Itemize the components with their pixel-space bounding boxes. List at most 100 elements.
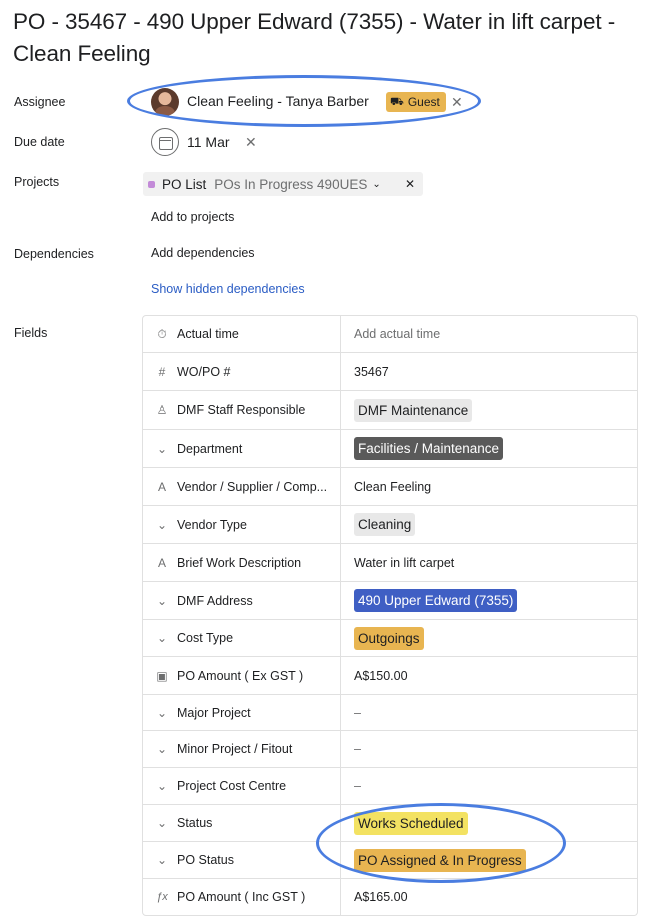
field-value-pill: Cleaning (354, 513, 416, 536)
field-name-cell[interactable]: ⌄ Project Cost Centre (143, 768, 341, 804)
field-row: ⌄ DMF Address 490 Upper Edward (7355) (143, 581, 637, 619)
project-color-dot (148, 180, 155, 188)
field-value-cell[interactable]: Water in lift carpet (341, 544, 637, 581)
field-name-cell[interactable]: A Vendor / Supplier / Comp... (143, 468, 341, 505)
remove-project-icon[interactable]: ✕ (405, 177, 415, 191)
field-row: ⌄ Status Works Scheduled (143, 804, 637, 841)
field-value-cell[interactable]: DMF Maintenance (341, 391, 637, 429)
assignee-name[interactable]: Clean Feeling - Tanya Barber (187, 93, 369, 109)
field-name: PO Amount ( Ex GST ) (177, 668, 304, 683)
field-name-cell[interactable]: ⌄ Department (143, 430, 341, 467)
field-value-pill: Facilities / Maintenance (354, 437, 504, 460)
remove-assignee-button[interactable]: ✕ (451, 95, 463, 109)
field-value-cell[interactable]: A$165.00 (341, 879, 637, 915)
add-to-projects-button[interactable]: Add to projects (151, 210, 234, 224)
field-name-cell[interactable]: ⌄ DMF Address (143, 582, 341, 619)
field-value-cell[interactable]: 35467 (341, 353, 637, 390)
show-hidden-dependencies-link[interactable]: Show hidden dependencies (151, 282, 305, 296)
field-name-cell[interactable]: # WO/PO # (143, 353, 341, 390)
field-name-cell[interactable]: ⌄ Cost Type (143, 620, 341, 656)
field-name-cell[interactable]: ♙ DMF Staff Responsible (143, 391, 341, 429)
field-row: ⌄ Cost Type Outgoings (143, 619, 637, 656)
field-value-cell[interactable]: PO Assigned & In Progress (341, 842, 637, 878)
field-row: A Vendor / Supplier / Comp... Clean Feelin… (143, 467, 637, 505)
field-value: A$150.00 (354, 668, 408, 683)
field-value-cell[interactable]: Works Scheduled (341, 805, 637, 841)
field-row: ƒx PO Amount ( Inc GST ) A$165.00 (143, 878, 637, 915)
field-value-cell[interactable]: Add actual time (341, 316, 637, 352)
dropdown-icon: ⌄ (156, 816, 168, 830)
field-name: PO Status (177, 853, 234, 867)
due-date-value[interactable]: 11 Mar (187, 134, 230, 150)
field-name: Project Cost Centre (177, 779, 287, 793)
field-value: A$165.00 (354, 890, 408, 904)
fields-label: Fields (14, 326, 48, 340)
field-row: ⌄ Major Project – (143, 694, 637, 730)
due-date-label: Due date (14, 135, 65, 149)
field-row: ⌄ Minor Project / Fitout – (143, 730, 637, 767)
field-name: WO/PO # (177, 364, 231, 379)
field-value-cell[interactable]: Outgoings (341, 620, 637, 656)
field-value: Clean Feeling (354, 479, 432, 494)
guest-badge-label: Guest (407, 95, 440, 109)
field-value-cell[interactable]: Clean Feeling (341, 468, 637, 505)
field-value-cell[interactable]: – (341, 731, 637, 767)
projects-label: Projects (14, 175, 60, 189)
hash-icon: # (158, 364, 166, 379)
field-name: Vendor Type (177, 517, 247, 532)
field-value-pill: Works Scheduled (354, 811, 468, 835)
project-name[interactable]: PO List (162, 177, 206, 192)
currency-icon: ▣ (156, 668, 168, 683)
field-value: Water in lift carpet (354, 555, 455, 570)
dropdown-icon: ⌄ (156, 705, 168, 720)
calendar-icon[interactable] (151, 128, 179, 156)
project-section[interactable]: POs In Progress 490UES (214, 177, 367, 192)
chevron-down-icon[interactable]: ⌄ (372, 179, 380, 190)
field-value-cell[interactable]: – (341, 768, 637, 804)
clear-due-date-button[interactable]: ✕ (245, 135, 257, 149)
field-name-cell[interactable]: ⏱ Actual time (143, 316, 341, 352)
field-name: Major Project (177, 705, 251, 720)
field-name: Status (177, 816, 213, 830)
field-name-cell[interactable]: A Brief Work Description (143, 544, 341, 581)
field-value-pill: 490 Upper Edward (7355) (354, 589, 518, 612)
field-name: Vendor / Supplier / Comp... (177, 479, 328, 494)
dropdown-icon: ⌄ (156, 517, 168, 532)
task-title[interactable]: PO - 35467 - 490 Upper Edward (7355) - W… (13, 6, 633, 70)
field-row: ♙ DMF Staff Responsible DMF Maintenance (143, 390, 637, 429)
field-value-cell[interactable]: A$150.00 (341, 657, 637, 694)
field-name-cell[interactable]: ⌄ Major Project (143, 695, 341, 730)
guest-icon: ⛟ (390, 96, 404, 108)
field-value-cell[interactable]: – (341, 695, 637, 730)
field-name-cell[interactable]: ⌄ Status (143, 805, 341, 841)
field-name: PO Amount ( Inc GST ) (177, 890, 306, 904)
field-value-cell[interactable]: 490 Upper Edward (7355) (341, 582, 637, 619)
formula-icon: ƒx (156, 891, 168, 903)
field-value: – (354, 705, 361, 720)
field-value: – (354, 779, 361, 793)
field-name: Actual time (177, 327, 239, 341)
field-value-pill: PO Assigned & In Progress (354, 848, 526, 872)
assignee-label: Assignee (14, 95, 66, 109)
field-row: ⌄ Vendor Type Cleaning (143, 505, 637, 543)
project-chip[interactable]: PO List POs In Progress 490UES ⌄ ✕ (143, 172, 423, 196)
field-value-pill: Outgoings (354, 626, 424, 650)
field-value-cell[interactable]: Facilities / Maintenance (341, 430, 637, 467)
field-name-cell[interactable]: ⌄ PO Status (143, 842, 341, 878)
field-row: ⌄ Department Facilities / Maintenance (143, 429, 637, 467)
dropdown-icon: ⌄ (156, 593, 168, 608)
field-row: ⌄ Project Cost Centre – (143, 767, 637, 804)
field-name-cell[interactable]: ⌄ Minor Project / Fitout (143, 731, 341, 767)
field-name-cell[interactable]: ▣ PO Amount ( Ex GST ) (143, 657, 341, 694)
field-name-cell[interactable]: ƒx PO Amount ( Inc GST ) (143, 879, 341, 915)
field-row: A Brief Work Description Water in lift car… (143, 543, 637, 581)
field-value-cell[interactable]: Cleaning (341, 506, 637, 543)
field-row: ⌄ PO Status PO Assigned & In Progress (143, 841, 637, 878)
dependencies-label: Dependencies (14, 247, 94, 261)
field-value-pill: DMF Maintenance (354, 398, 473, 422)
field-name-cell[interactable]: ⌄ Vendor Type (143, 506, 341, 543)
field-row: ▣ PO Amount ( Ex GST ) A$150.00 (143, 656, 637, 694)
field-name: Brief Work Description (177, 555, 302, 570)
assignee-avatar[interactable] (151, 88, 179, 116)
add-dependencies-button[interactable]: Add dependencies (151, 246, 255, 260)
